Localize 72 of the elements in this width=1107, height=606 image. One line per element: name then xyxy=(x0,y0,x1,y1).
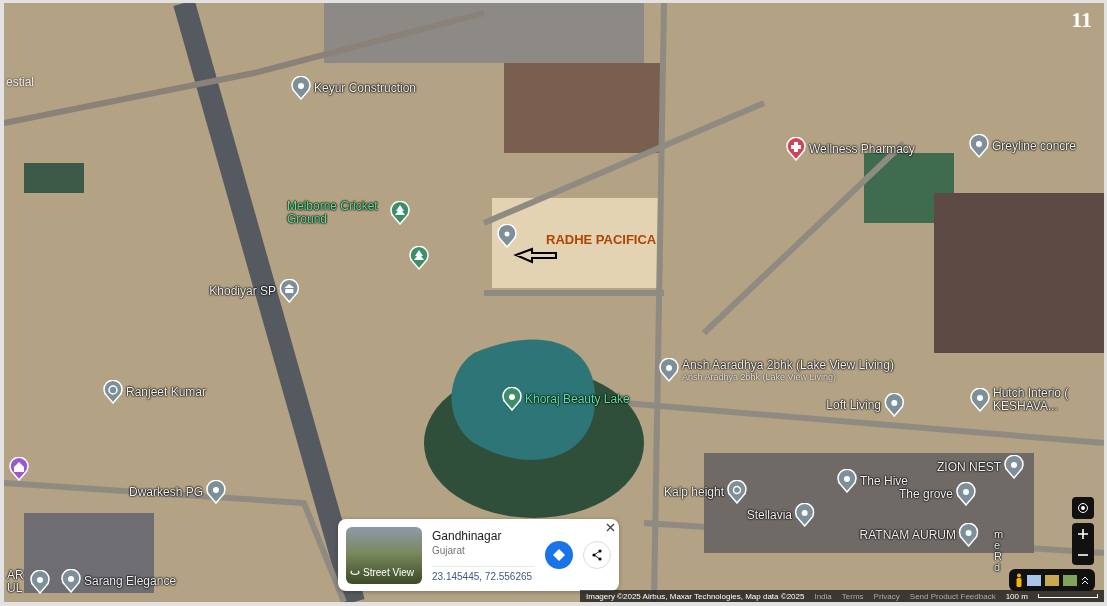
street-view-thumbnail[interactable]: Street View xyxy=(346,526,422,584)
footer-link[interactable]: Privacy xyxy=(873,591,900,601)
place-label: Loft Living xyxy=(826,398,881,412)
layer-thumbnail[interactable] xyxy=(1045,574,1059,586)
map-pin-icon[interactable] xyxy=(390,201,410,225)
place-label: Ansh Aaradhya 2bhk (Lake View Living) xyxy=(682,358,894,372)
annotation-label: RADHE PACIFICA xyxy=(546,232,657,247)
map-pin-icon[interactable] xyxy=(659,358,679,382)
chevron-up-icon[interactable] xyxy=(1081,575,1089,585)
map-pin-icon[interactable] xyxy=(727,480,747,504)
map-pin-icon[interactable] xyxy=(61,569,81,593)
attribution-text: Imagery ©2025 Airbus, Maxar Technologies, Map data ©2025 xyxy=(586,591,805,601)
place-label: The grove xyxy=(898,487,953,501)
map-pin-icon[interactable] xyxy=(956,482,976,506)
close-button[interactable] xyxy=(606,523,615,532)
scale-label: 100 m xyxy=(1005,591,1028,601)
place-region: Gujarat xyxy=(432,544,466,556)
close-icon xyxy=(606,523,615,532)
pegman-icon[interactable] xyxy=(1015,573,1023,587)
map-pin-icon[interactable] xyxy=(969,134,989,158)
my-location-button[interactable] xyxy=(1072,497,1094,519)
place-label: The Hive xyxy=(860,474,909,488)
place-label: Stellavia xyxy=(746,508,792,522)
map-pin-icon[interactable] xyxy=(497,224,517,248)
map-pin-icon[interactable] xyxy=(970,388,990,412)
layer-thumbnail[interactable] xyxy=(1027,574,1041,586)
page-number: 11 xyxy=(1071,7,1092,33)
map-pin-icon[interactable] xyxy=(502,387,522,411)
map-pin-icon[interactable] xyxy=(959,523,979,547)
layer-thumbnail[interactable] xyxy=(1063,574,1077,586)
directions-button[interactable] xyxy=(545,541,573,569)
footer-link[interactable]: India xyxy=(814,591,832,601)
map-pin-icon[interactable] xyxy=(837,469,857,493)
place-label: AR UL xyxy=(7,569,25,595)
map-pin-icon[interactable] xyxy=(1004,455,1024,479)
map-pin-icon[interactable] xyxy=(884,393,904,417)
place-label: Wellness Pharmacy xyxy=(809,142,915,156)
footer-link[interactable]: Send Product Feedback xyxy=(909,591,996,601)
map-pin-icon[interactable] xyxy=(206,480,226,504)
place-label: Dwarkesh PG xyxy=(128,485,203,499)
map-pin-icon[interactable] xyxy=(795,503,815,527)
street-view-button[interactable]: Street View xyxy=(346,566,414,584)
place-label: Keyur Construction xyxy=(314,81,417,95)
coordinates-text: 23.145445, 72.556265 xyxy=(432,565,535,582)
share-button[interactable] xyxy=(583,541,611,569)
place-label: Hutch Interio ( KESHAVA... xyxy=(993,387,1070,413)
map-pin-icon[interactable] xyxy=(9,457,29,481)
map-pin-icon[interactable] xyxy=(409,246,429,270)
map-pin-icon[interactable] xyxy=(279,279,299,303)
place-label: RATNAM AURUM xyxy=(859,528,956,542)
place-label: estial xyxy=(6,75,34,89)
scale-bar xyxy=(1037,594,1098,598)
map-pin-icon[interactable] xyxy=(291,76,311,100)
map-pin-icon[interactable] xyxy=(786,137,806,161)
share-icon xyxy=(591,549,603,561)
rotate-icon xyxy=(350,568,360,576)
road-label: me Rd xyxy=(994,529,1005,573)
minus-icon xyxy=(1078,553,1088,556)
plus-icon xyxy=(1078,528,1088,539)
place-label: Ranjeet Kumar xyxy=(126,385,207,399)
place-sublabel: Ansh Aradhya 2bhk (Lake View Living) xyxy=(682,371,837,382)
footer-link[interactable]: Terms xyxy=(841,591,864,601)
directions-icon xyxy=(553,549,565,561)
map-pin-icon[interactable] xyxy=(103,380,123,404)
place-label: ZION NEST xyxy=(937,460,1001,474)
place-label: Melborne Cricket Ground xyxy=(287,200,379,226)
location-target-icon xyxy=(1076,501,1090,515)
place-label: Kalp height xyxy=(663,485,724,499)
place-label: Greyline concre xyxy=(992,139,1077,153)
map-pin-icon[interactable] xyxy=(30,570,50,594)
place-label: Sarang Elegance xyxy=(84,574,177,588)
place-title: Gandhinagar xyxy=(432,528,503,543)
